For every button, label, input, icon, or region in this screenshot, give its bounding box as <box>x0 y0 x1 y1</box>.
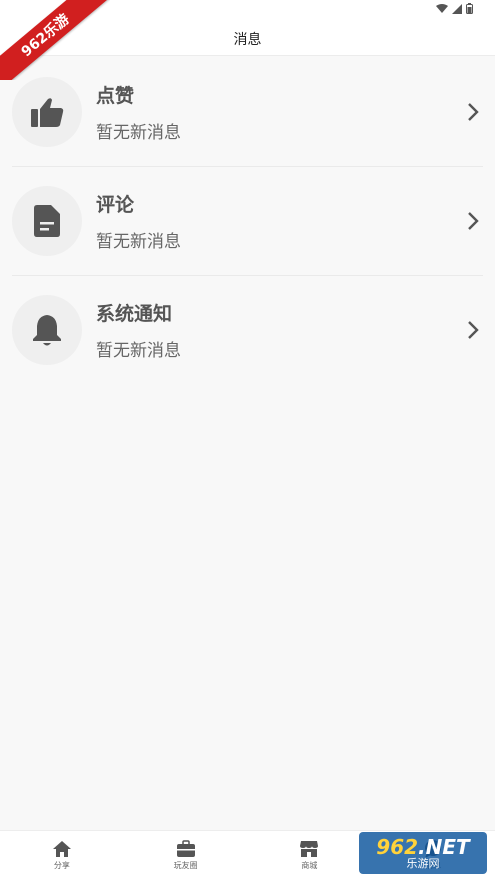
toolbox-icon <box>176 840 195 857</box>
store-icon <box>300 841 319 857</box>
bottom-tab-bar: 分享 玩友圈 商城 消息 <box>0 830 495 880</box>
page-title: 消息 <box>233 31 262 48</box>
battery-icon <box>466 3 473 14</box>
chat-icon <box>425 840 442 858</box>
message-row-comments[interactable]: 评论 暂无新消息 <box>0 166 495 275</box>
document-icon <box>34 204 60 237</box>
tab-label: 商城 <box>301 861 318 870</box>
tab-label: 消息 <box>425 861 442 870</box>
status-icons <box>436 3 473 14</box>
bell-icon <box>33 314 61 345</box>
likes-icon-circle <box>12 76 82 147</box>
thumbs-up-icon <box>31 97 64 127</box>
tab-share[interactable]: 分享 <box>0 831 124 880</box>
comments-text: 评论 暂无新消息 <box>96 190 181 252</box>
message-title: 评论 <box>96 193 135 216</box>
message-row-likes[interactable]: 点赞 暂无新消息 <box>0 57 495 166</box>
tab-label: 玩友圈 <box>173 861 198 870</box>
message-row-system-notice[interactable]: 系统通知 暂无新消息 <box>0 275 495 384</box>
home-icon <box>52 841 71 857</box>
message-title: 点赞 <box>96 84 135 107</box>
notice-icon-circle <box>12 294 82 365</box>
likes-text: 点赞 暂无新消息 <box>96 81 181 143</box>
notice-text: 系统通知 暂无新消息 <box>96 299 181 361</box>
chevron-right-icon <box>468 211 479 230</box>
comments-icon-circle <box>12 185 82 256</box>
message-title: 系统通知 <box>96 302 173 325</box>
status-bar <box>0 0 495 22</box>
tab-friends[interactable]: 玩友圈 <box>124 831 248 880</box>
tab-store[interactable]: 商城 <box>248 831 372 880</box>
message-subtitle: 暂无新消息 <box>96 122 181 143</box>
chevron-right-icon <box>468 102 479 121</box>
tab-label: 分享 <box>53 861 70 870</box>
wifi-icon <box>436 3 448 13</box>
signal-icon <box>452 3 462 14</box>
message-list: 点赞 暂无新消息 评论 暂无新消息 系统通知 暂无新消息 <box>0 57 495 384</box>
message-subtitle: 暂无新消息 <box>96 340 181 361</box>
app-header: 消息 <box>0 22 495 56</box>
message-subtitle: 暂无新消息 <box>96 231 181 252</box>
tab-messages[interactable]: 消息 <box>371 831 495 880</box>
chevron-right-icon <box>468 320 479 339</box>
